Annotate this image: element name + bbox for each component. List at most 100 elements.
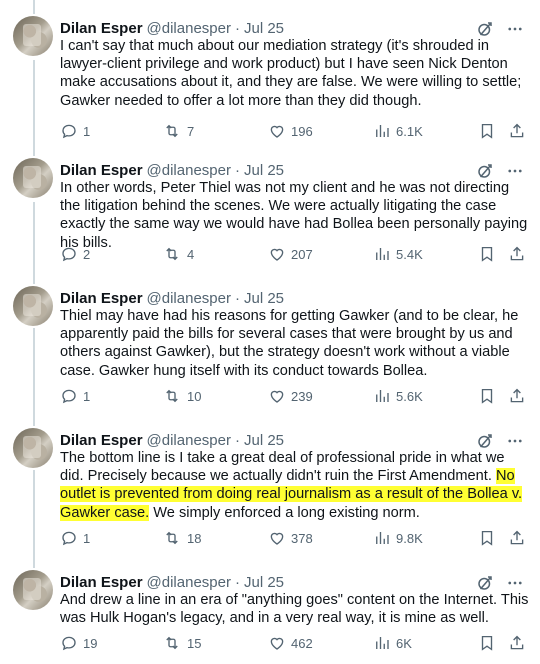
author-name[interactable]: Dilan Esper bbox=[60, 20, 143, 37]
more-icon[interactable] bbox=[506, 432, 524, 450]
grok-icon[interactable] bbox=[476, 432, 494, 450]
tweet-actions: 1 10 239 5.6K bbox=[60, 386, 530, 406]
tweet[interactable]: Dilan Esper @dilanesper · Jul 25 In othe… bbox=[0, 158, 540, 300]
share-button[interactable] bbox=[508, 528, 526, 548]
tweet-header: Dilan Esper @dilanesper · Jul 25 bbox=[60, 572, 284, 592]
retweet-icon bbox=[166, 124, 178, 138]
reply-button[interactable]: 1 bbox=[60, 121, 90, 141]
separator: · bbox=[234, 431, 240, 449]
tweet-date[interactable]: Jul 25 bbox=[244, 162, 284, 179]
more-icon[interactable] bbox=[506, 574, 524, 592]
views-icon bbox=[376, 248, 389, 260]
grok-icon[interactable] bbox=[476, 574, 494, 592]
share-icon bbox=[510, 246, 524, 261]
like-icon bbox=[270, 390, 284, 403]
avatar[interactable] bbox=[13, 158, 53, 198]
author-handle[interactable]: @dilanesper bbox=[147, 162, 231, 179]
share-button[interactable] bbox=[508, 244, 526, 264]
author-handle[interactable]: @dilanesper bbox=[147, 290, 231, 307]
separator: · bbox=[234, 289, 240, 307]
retweet-count: 4 bbox=[187, 246, 195, 262]
tweet-header: Dilan Esper @dilanesper · Jul 25 bbox=[60, 430, 284, 450]
views-button[interactable]: 6.1K bbox=[373, 121, 423, 141]
views-count: 9.8K bbox=[396, 530, 423, 546]
share-button[interactable] bbox=[508, 633, 526, 653]
more-icon[interactable] bbox=[506, 20, 524, 38]
bookmark-icon bbox=[481, 388, 493, 404]
author-handle[interactable]: @dilanesper bbox=[147, 574, 231, 591]
tweet-text: And drew a line in an era of "anything g… bbox=[60, 592, 529, 627]
tweet-actions: 2 4 207 5.4K bbox=[60, 244, 530, 264]
views-icon bbox=[376, 390, 389, 402]
avatar[interactable] bbox=[13, 286, 53, 326]
tweet[interactable]: Dilan Esper @dilanesper · Jul 25 And dre… bbox=[0, 570, 540, 664]
reply-count: 1 bbox=[83, 123, 91, 139]
reply-button[interactable]: 1 bbox=[60, 528, 90, 548]
like-button[interactable]: 378 bbox=[268, 528, 313, 548]
share-icon bbox=[510, 388, 524, 403]
reply-button[interactable]: 2 bbox=[60, 244, 90, 264]
separator: · bbox=[234, 161, 240, 179]
retweet-button[interactable]: 4 bbox=[162, 244, 194, 264]
retweet-count: 18 bbox=[187, 530, 202, 546]
author-name[interactable]: Dilan Esper bbox=[60, 432, 143, 449]
retweet-button[interactable]: 15 bbox=[162, 633, 201, 653]
views-icon bbox=[376, 125, 389, 137]
like-count: 239 bbox=[291, 388, 313, 404]
avatar[interactable] bbox=[13, 428, 53, 468]
grok-icon[interactable] bbox=[476, 162, 494, 180]
tweet-date[interactable]: Jul 25 bbox=[244, 20, 284, 37]
bookmark-icon bbox=[481, 123, 493, 139]
views-button[interactable]: 5.4K bbox=[373, 244, 423, 264]
tweet-date[interactable]: Jul 25 bbox=[244, 432, 284, 449]
retweet-button[interactable]: 18 bbox=[162, 528, 201, 548]
bookmark-button[interactable] bbox=[478, 244, 496, 264]
tweet[interactable]: Dilan Esper @dilanesper · Jul 25 Thiel m… bbox=[0, 286, 540, 426]
like-button[interactable]: 207 bbox=[268, 244, 313, 264]
more-icon[interactable] bbox=[506, 162, 524, 180]
like-icon bbox=[270, 125, 284, 138]
tweet-date[interactable]: Jul 25 bbox=[244, 290, 284, 307]
avatar[interactable] bbox=[13, 16, 53, 56]
bookmark-button[interactable] bbox=[478, 633, 496, 653]
reply-icon bbox=[62, 389, 76, 404]
author-name[interactable]: Dilan Esper bbox=[60, 574, 143, 591]
retweet-count: 10 bbox=[187, 388, 202, 404]
reply-count: 1 bbox=[83, 388, 91, 404]
author-handle[interactable]: @dilanesper bbox=[147, 20, 231, 37]
retweet-button[interactable]: 10 bbox=[162, 386, 201, 406]
views-button[interactable]: 9.8K bbox=[373, 528, 423, 548]
author-name[interactable]: Dilan Esper bbox=[60, 290, 143, 307]
views-button[interactable]: 6K bbox=[373, 633, 412, 653]
retweet-icon bbox=[166, 389, 178, 403]
bookmark-button[interactable] bbox=[478, 121, 496, 141]
like-count: 378 bbox=[291, 530, 313, 546]
like-button[interactable]: 196 bbox=[268, 121, 313, 141]
reply-button[interactable]: 1 bbox=[60, 386, 90, 406]
retweet-count: 15 bbox=[187, 635, 202, 651]
reply-icon bbox=[62, 531, 76, 546]
author-name[interactable]: Dilan Esper bbox=[60, 162, 143, 179]
tweet-text-part: We simply enforced a long existing norm. bbox=[149, 504, 420, 521]
share-button[interactable] bbox=[508, 121, 526, 141]
bookmark-button[interactable] bbox=[478, 386, 496, 406]
tweet-actions: 19 15 462 6K bbox=[60, 633, 530, 653]
like-count: 462 bbox=[291, 635, 313, 651]
reply-button[interactable]: 19 bbox=[60, 633, 97, 653]
author-handle[interactable]: @dilanesper bbox=[147, 432, 231, 449]
share-button[interactable] bbox=[508, 386, 526, 406]
tweet-text: In other words, Peter Thiel was not my c… bbox=[60, 180, 528, 251]
retweet-icon bbox=[166, 247, 178, 261]
tweet[interactable]: Dilan Esper @dilanesper · Jul 25 The bot… bbox=[0, 428, 540, 570]
tweet-date[interactable]: Jul 25 bbox=[244, 574, 284, 591]
like-button[interactable]: 462 bbox=[268, 633, 313, 653]
views-button[interactable]: 5.6K bbox=[373, 386, 423, 406]
avatar[interactable] bbox=[13, 570, 53, 610]
grok-icon[interactable] bbox=[476, 20, 494, 38]
bookmark-button[interactable] bbox=[478, 528, 496, 548]
tweet[interactable]: Dilan Esper @dilanesper · Jul 25 I can't… bbox=[0, 16, 540, 158]
retweet-button[interactable]: 7 bbox=[162, 121, 194, 141]
like-button[interactable]: 239 bbox=[268, 386, 313, 406]
views-icon bbox=[376, 532, 389, 544]
reply-count: 2 bbox=[83, 246, 91, 262]
